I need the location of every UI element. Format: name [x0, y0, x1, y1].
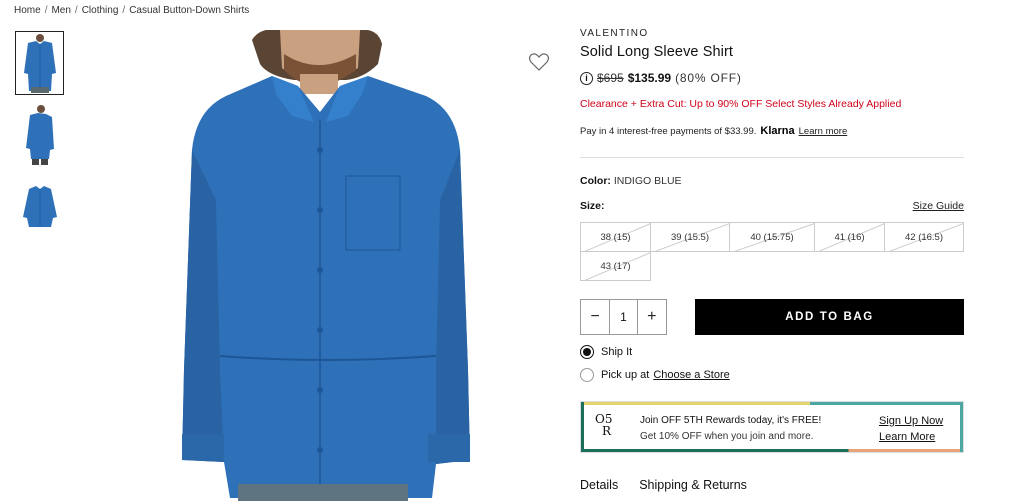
tab-shipping-returns[interactable]: Shipping & Returns [639, 478, 747, 492]
installments-text: Pay in 4 interest-free payments of $33.9… [580, 125, 757, 137]
size-option[interactable]: 41 (16) [814, 222, 885, 252]
breadcrumb: Home / Men / Clothing / Casual Button-Do… [14, 5, 249, 16]
size-option-label: 39 (15.5) [670, 231, 710, 243]
ship-it-radio[interactable] [580, 345, 594, 359]
thumbnail-front[interactable] [15, 31, 64, 95]
breadcrumb-clothing[interactable]: Clothing [82, 5, 119, 16]
rewards-stripe [960, 402, 963, 452]
quantity-increase-button[interactable]: + [638, 300, 666, 334]
size-option[interactable]: 42 (16.5) [884, 222, 964, 252]
breadcrumb-home[interactable]: Home [14, 5, 41, 16]
promo-text: Clearance + Extra Cut: Up to 90% OFF Sel… [580, 98, 902, 110]
rewards-stripe [581, 402, 584, 452]
choose-store-link[interactable]: Choose a Store [653, 369, 729, 381]
tab-details[interactable]: Details [580, 478, 618, 492]
thumbnail-flat[interactable] [15, 175, 64, 239]
product-tabs: Details Shipping & Returns [580, 478, 747, 492]
heart-outline-icon[interactable] [528, 52, 550, 72]
rewards-learn-more-link[interactable]: Learn More [879, 431, 935, 443]
pickup-option[interactable]: Pick up at Choose a Store [580, 368, 730, 382]
price-row: i $695 $135.99 (80% OFF) [580, 71, 742, 85]
sale-price: $135.99 [627, 71, 672, 85]
thumbnail-side[interactable] [15, 103, 64, 167]
breadcrumb-casual-shirts[interactable]: Casual Button-Down Shirts [129, 5, 249, 16]
rewards-title: Join OFF 5TH Rewards today, it's FREE! [640, 415, 822, 426]
color-row: Color: INDIGO BLUE [580, 175, 682, 187]
rewards-banner: O5 R Join OFF 5TH Rewards today, it's FR… [580, 401, 964, 453]
add-to-bag-button[interactable]: ADD TO BAG [695, 299, 964, 335]
product-title: Solid Long Sleeve Shirt [580, 44, 734, 60]
breadcrumb-separator: / [122, 5, 126, 16]
size-option-label: 40 (15.75) [750, 231, 794, 243]
rewards-stripe [581, 402, 963, 405]
size-option-label: 43 (17) [600, 260, 631, 272]
thumbnail-list [15, 31, 64, 247]
klarna-learn-more-link[interactable]: Learn more [799, 126, 848, 137]
ship-it-label: Ship It [601, 346, 633, 358]
info-icon[interactable]: i [580, 71, 593, 85]
rewards-sign-up-link[interactable]: Sign Up Now [879, 415, 943, 427]
breadcrumb-men[interactable]: Men [51, 5, 70, 16]
divider [580, 157, 964, 158]
size-option[interactable]: 43 (17) [580, 251, 651, 281]
size-option-label: 42 (16.5) [904, 231, 944, 243]
quantity-value[interactable]: 1 [609, 300, 638, 334]
ship-it-option[interactable]: Ship It [580, 345, 632, 359]
pickup-radio[interactable] [580, 368, 594, 382]
size-option[interactable]: 39 (15.5) [650, 222, 730, 252]
off5th-rewards-logo: O5 R [595, 413, 619, 437]
rewards-subtitle: Get 10% OFF when you join and more. [640, 431, 814, 442]
quantity-decrease-button[interactable]: − [581, 300, 609, 334]
discount-badge: (80% OFF) [675, 71, 742, 85]
klarna-row: Pay in 4 interest-free payments of $33.9… [580, 125, 847, 137]
rewards-stripe [581, 449, 963, 452]
brand-name[interactable]: VALENTINO [580, 28, 649, 39]
breadcrumb-separator: / [74, 5, 78, 16]
quantity-stepper: − 1 + [580, 299, 667, 335]
product-image[interactable] [164, 30, 484, 501]
logo-bottom: R [602, 424, 612, 438]
klarna-logo: Klarna [760, 125, 795, 137]
size-option-label: 41 (16) [834, 231, 865, 243]
size-option[interactable]: 40 (15.75) [729, 222, 815, 252]
size-label: Size: [580, 200, 605, 212]
size-option[interactable]: 38 (15) [580, 222, 651, 252]
color-value: INDIGO BLUE [613, 175, 682, 187]
size-guide-link[interactable]: Size Guide [913, 200, 964, 212]
color-label: Color: [580, 175, 611, 187]
size-option-label: 38 (15) [600, 231, 631, 243]
pickup-label: Pick up at [601, 369, 650, 381]
breadcrumb-separator: / [44, 5, 48, 16]
original-price: $695 [597, 71, 624, 85]
